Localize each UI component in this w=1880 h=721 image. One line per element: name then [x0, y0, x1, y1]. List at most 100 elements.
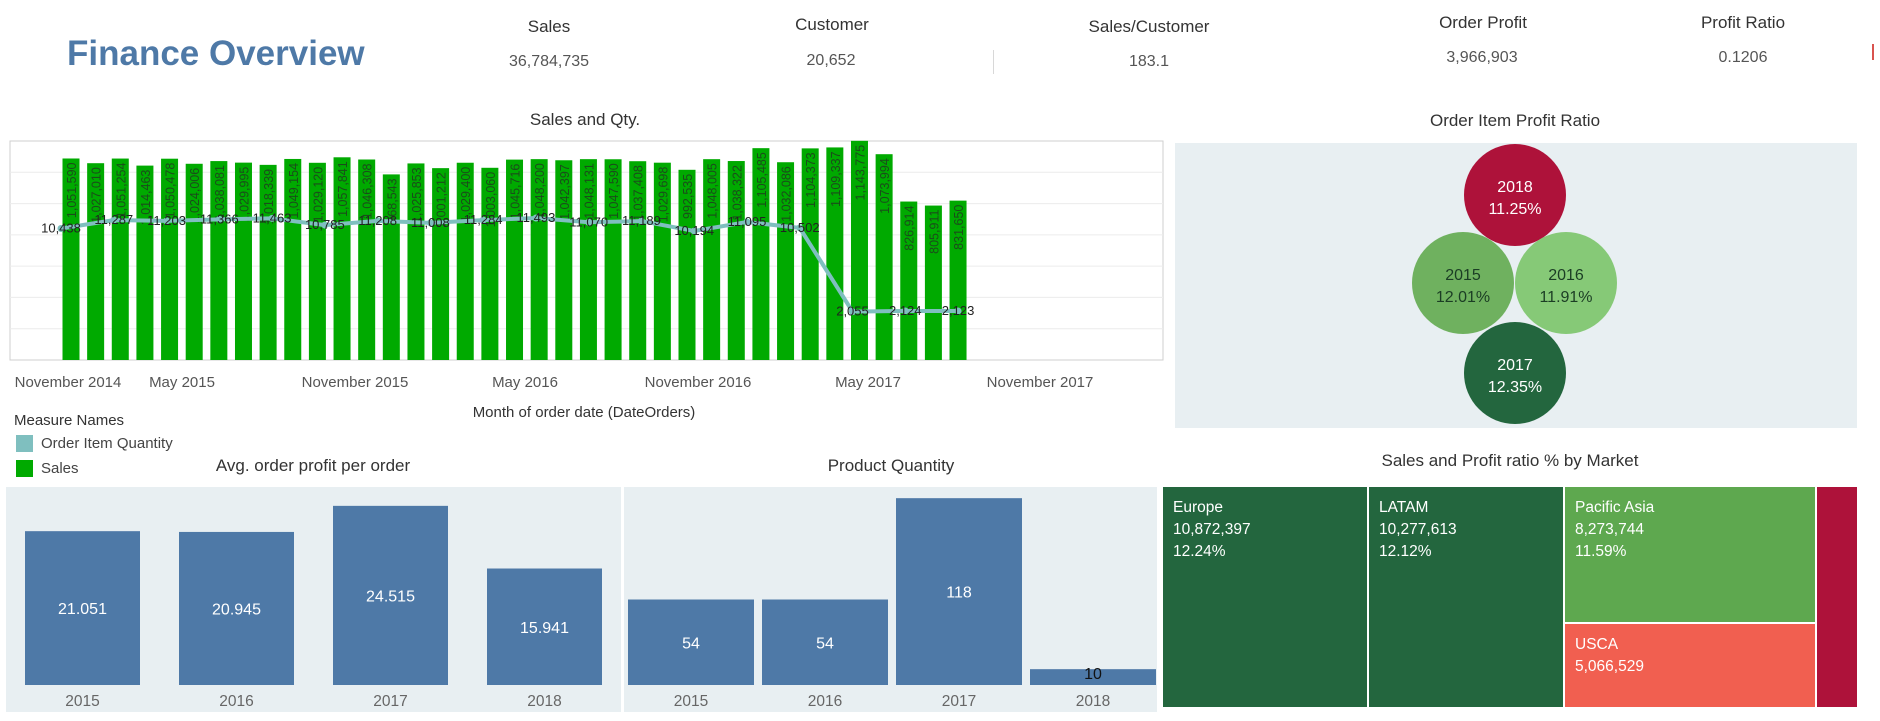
bubble-year: 2017	[1497, 357, 1533, 374]
qty-label: 10,785	[305, 217, 345, 232]
bubble-ratio: 11.91%	[1539, 289, 1592, 306]
treemap-market-sales: 5,066,529	[1575, 658, 1644, 675]
treemap-market-sales: 8,273,744	[1575, 521, 1644, 538]
legend-swatch-sales	[16, 460, 33, 477]
kpi-sales-label: Sales	[527, 17, 571, 36]
bar-value-label: 15.941	[520, 620, 569, 637]
qty-label: 11,070	[569, 214, 608, 229]
x-tick-label: November 2016	[645, 374, 752, 391]
kpi-customer-label: Customer	[795, 15, 869, 34]
qty-label: 2,124	[889, 303, 922, 318]
sales-bar-label: 1,048,005	[706, 163, 720, 219]
qty-label: 2,055	[836, 304, 869, 319]
x-tick-label: 2017	[942, 693, 976, 710]
treemap-market-ratio: 11.59%	[1575, 543, 1627, 560]
bubble-ratio: 12.01%	[1436, 289, 1490, 306]
x-tick-label: 2017	[373, 693, 407, 710]
sales-bar-label: 1,047,590	[607, 163, 621, 219]
sales-bar-label: 1,029,995	[237, 167, 251, 223]
sales-bar-label: 1,143,775	[853, 145, 867, 201]
kpi-divider	[993, 50, 994, 74]
sales-bar-label: 805,911	[927, 210, 941, 254]
page-title: Finance Overview	[67, 34, 365, 73]
bar-value-label: 54	[816, 635, 834, 652]
bar-value-label: 118	[946, 585, 972, 602]
bar-value-label: 20.945	[212, 601, 261, 618]
sales-qty-xlabel: Month of order date (DateOrders)	[472, 404, 696, 421]
sales-bar-label: 1,038,322	[730, 165, 744, 221]
sales-bar-label: 1,109,337	[829, 151, 843, 207]
qty-label: 11,203	[147, 213, 186, 228]
qty-label: 11,095	[728, 214, 767, 229]
kpi-profit-ratio-value: 0.1206	[1718, 49, 1768, 66]
treemap-cell-pacific-asia[interactable]: Pacific Asia 8,273,744 11.59%	[1564, 486, 1816, 623]
kpi-customer-value: 20,652	[806, 52, 856, 69]
bar-value-label: 54	[682, 635, 700, 652]
bubble-year: 2015	[1445, 267, 1481, 284]
treemap-cell-other[interactable]	[1816, 486, 1858, 708]
kpi-profit-ratio-label: Profit Ratio	[1700, 13, 1786, 32]
kpi-order-profit-label: Order Profit	[1439, 13, 1527, 32]
x-tick-label: 2018	[527, 693, 561, 710]
sales-bar-label: 1,051,254	[114, 163, 128, 219]
sales-bar-label: 1,042,397	[558, 164, 572, 220]
sales-bar-label: 992,535	[681, 174, 695, 219]
kpi-sales-value: 36,784,735	[508, 53, 590, 70]
qty-label: 11,493	[517, 210, 556, 225]
x-tick-label: May 2015	[149, 374, 215, 391]
sales-bar-label: 1,057,841	[336, 161, 350, 217]
treemap-market-name: LATAM	[1379, 499, 1429, 516]
treemap-market-sales: 10,277,613	[1379, 521, 1457, 538]
market-treemap: Europe 10,872,397 12.24% LATAM 10,277,61…	[1162, 486, 1858, 708]
qty-label: 2,123	[942, 303, 975, 318]
sales-bar-label: 1,048,131	[582, 163, 596, 219]
bar-value-label: 21.051	[58, 601, 107, 618]
x-tick-label: 2018	[1076, 693, 1110, 710]
sales-bar-label: 1,104,373	[804, 152, 818, 208]
product-qty-chart: 54 2015 54 2016 118 2017 10 2018	[624, 487, 1157, 712]
qty-label: 11,287	[94, 212, 133, 227]
kpi-sales-customer-value: 183.1	[1128, 53, 1170, 70]
qty-label: 11,189	[622, 213, 661, 228]
bubbles-title: Order Item Profit Ratio	[1429, 111, 1601, 130]
treemap-market-sales: 10,872,397	[1173, 521, 1251, 538]
qty-label: 11,008	[411, 215, 450, 230]
qty-label: 10,502	[780, 220, 820, 235]
qty-label: 10,194	[674, 223, 714, 238]
x-tick-label: 2015	[65, 693, 99, 710]
treemap-cell-europe[interactable]: Europe 10,872,397 12.24%	[1162, 486, 1368, 708]
x-tick-label: May 2017	[835, 374, 901, 391]
treemap-market-name: Europe	[1173, 499, 1223, 516]
sales-bar-label: 1,105,485	[755, 152, 769, 208]
sales-qty-chart: 1,051,590 1,027,010 1,051,254 1,014,463 1,05…	[9, 140, 1164, 391]
x-tick-label: November 2014	[15, 374, 122, 391]
treemap-market-name: Pacific Asia	[1575, 499, 1655, 516]
bar-value-label: 10	[1084, 666, 1102, 683]
bubble-ratio: 11.25%	[1488, 201, 1541, 218]
treemap-title: Sales and Profit ratio % by Market	[1381, 451, 1639, 470]
legend-label-sales: Sales	[41, 460, 79, 477]
legend-swatch-qty	[16, 435, 33, 452]
avg-profit-chart: 21.051 2015 20.945 2016 24.515 2017 15.941 2018	[6, 487, 621, 712]
treemap-cell-latam[interactable]: LATAM 10,277,613 12.12%	[1368, 486, 1564, 708]
qty-label: 11,366	[200, 211, 239, 226]
legend-item-qty: Order Item Quantity	[16, 435, 173, 452]
x-tick-label: November 2015	[302, 374, 409, 391]
sales-bar-label: 1,051,590	[65, 162, 79, 218]
legend-title: Measure Names	[14, 412, 125, 429]
bubble-year: 2016	[1548, 267, 1584, 284]
sales-bar-label: 1,032,086	[780, 166, 794, 222]
treemap-cell-usca[interactable]: USCA 5,066,529	[1564, 623, 1816, 708]
legend-item-sales: Sales	[16, 460, 79, 477]
x-tick-label: May 2016	[492, 374, 558, 391]
sales-qty-title: Sales and Qty.	[529, 110, 641, 129]
sales-bar-label: 1,050,478	[164, 163, 178, 219]
bubble-ratio: 12.35%	[1488, 379, 1542, 396]
legend-label-qty: Order Item Quantity	[41, 435, 173, 452]
kpi-order-profit-value: 3,966,903	[1446, 49, 1518, 66]
sales-bar-label: 1,073,994	[878, 158, 892, 214]
sales-bar-label: 826,914	[903, 205, 917, 250]
edge-marker	[1872, 44, 1874, 60]
sales-bar-label: 1,029,120	[311, 167, 325, 223]
treemap-market-ratio: 12.24%	[1173, 543, 1226, 560]
